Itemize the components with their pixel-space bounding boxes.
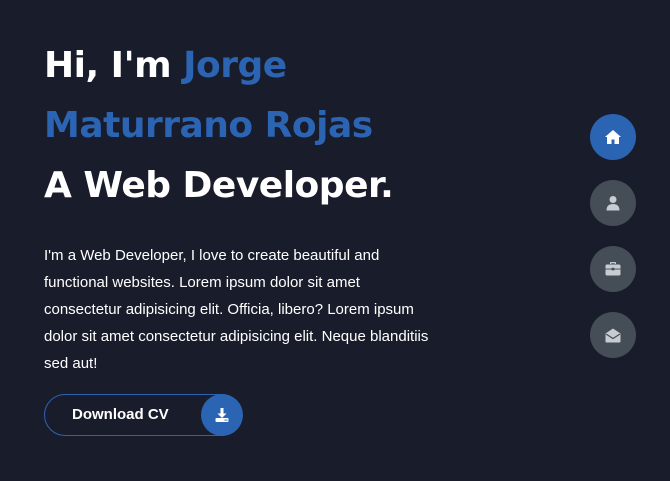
role-text: A Web Developer. [44,165,394,206]
name-first: Jorge [183,45,287,86]
bio-paragraph: I'm a Web Developer, I love to create be… [44,247,429,372]
nav-item-contact[interactable] [590,312,636,358]
nav-item-portfolio[interactable] [590,246,636,292]
nav-item-home[interactable] [590,114,636,160]
nav-item-about[interactable] [590,180,636,226]
side-navigation [590,114,636,378]
download-cv-label: Download CV [72,406,169,423]
download-icon [201,394,243,436]
hero-headline: Hi, I'm Jorge Maturrano Rojas A Web Deve… [44,36,464,216]
name-last: Maturrano Rojas [44,105,373,146]
briefcase-icon [605,262,621,276]
envelope-open-icon [605,328,621,343]
hero-section: Hi, I'm Jorge Maturrano Rojas A Web Deve… [44,36,464,377]
home-icon [605,130,621,144]
download-cv-button[interactable]: Download CV [44,394,243,436]
user-icon [606,196,620,211]
greeting-text: Hi, I'm [44,45,184,86]
